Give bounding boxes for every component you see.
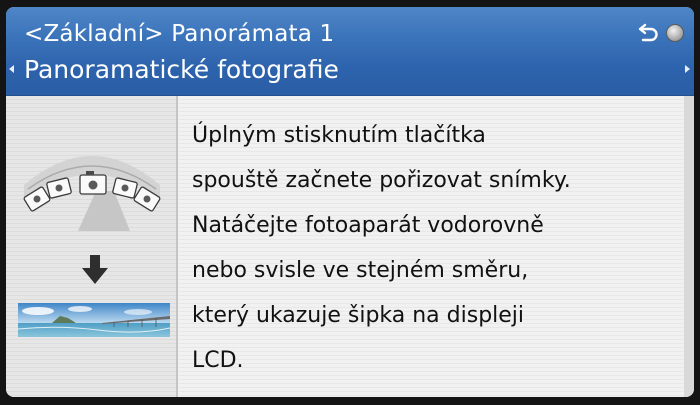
panorama-sample-image (18, 303, 170, 337)
panorama-camera-illustration (23, 156, 161, 231)
camera-lcd-screen: <Základní> Panorámata 1 Panoramatické fo… (6, 7, 694, 397)
control-dial-icon (666, 24, 684, 42)
description-text: Úplným stisknutím tlačítka spouště začne… (192, 123, 571, 373)
triangle-left-icon[interactable] (9, 65, 14, 73)
back-arrow-icon[interactable] (638, 21, 660, 43)
scrollbar[interactable] (684, 96, 694, 397)
breadcrumb: <Základní> Panorámata 1 (24, 21, 335, 47)
triangle-right-icon[interactable] (685, 65, 690, 73)
menu-header: <Základní> Panorámata 1 Panoramatické fo… (6, 7, 694, 96)
down-arrow-icon (82, 255, 108, 284)
page-title: Panoramatické fotografie (24, 55, 339, 84)
